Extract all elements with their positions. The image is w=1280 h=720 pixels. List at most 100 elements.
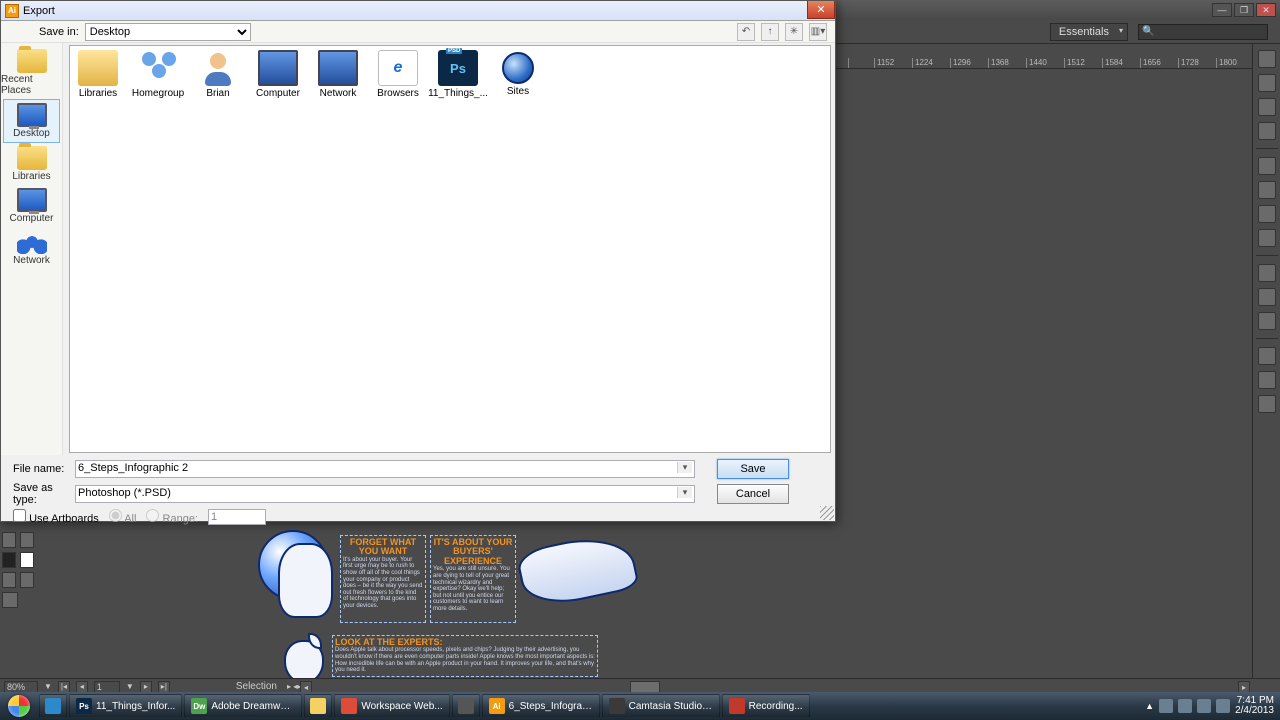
file-item[interactable]: Homegroup (134, 50, 182, 99)
dialog-title: Export (23, 5, 55, 17)
tray-icon[interactable] (1216, 699, 1230, 713)
search-icon: 🔍 (1142, 26, 1154, 37)
user-icon (198, 50, 238, 86)
view-menu-button[interactable]: ▥▾ (809, 23, 827, 41)
start-button[interactable] (0, 692, 38, 720)
taskbar-item[interactable] (39, 694, 67, 718)
file-item[interactable]: Sites (494, 50, 542, 99)
file-list[interactable]: Libraries Homegroup BrianComputerNetworkeB… (69, 45, 831, 453)
card-title: FORGET WHAT YOU WANT (343, 538, 423, 557)
folder-icon (17, 146, 47, 170)
taskbar-app-icon (45, 698, 61, 714)
resize-grip[interactable] (820, 506, 834, 520)
up-button[interactable]: ↑ (761, 23, 779, 41)
system-tray[interactable]: ▲ 7:41 PM 2/4/2013 (1145, 696, 1280, 717)
panel-icon[interactable] (1258, 205, 1276, 223)
clock[interactable]: 7:41 PM 2/4/2013 (1235, 696, 1274, 717)
panel-icon[interactable] (1258, 122, 1276, 140)
place-label: Computer (10, 213, 54, 224)
save-button[interactable]: Save (717, 459, 789, 479)
cancel-button[interactable]: Cancel (717, 484, 789, 504)
dialog-close-button[interactable]: ✕ (807, 1, 835, 19)
new-folder-button[interactable]: ✳ (785, 23, 803, 41)
range-input[interactable] (208, 509, 266, 525)
place-recent-places[interactable]: Recent Places (1, 46, 62, 99)
range-radio[interactable]: Range: (146, 509, 198, 525)
host-maximize-button[interactable]: ❐ (1234, 3, 1254, 17)
zoom-field[interactable] (4, 681, 38, 693)
artboard-content: FORGET WHAT YOU WANT It's about your buy… (252, 525, 637, 685)
taskbar-item[interactable]: Recording... (722, 694, 810, 718)
taskbar-item[interactable]: Ps11_Things_Infor... (69, 694, 182, 718)
savein-dropdown[interactable]: Desktop (85, 23, 251, 41)
workspace-switcher[interactable]: Essentials (1050, 23, 1128, 41)
host-minimize-button[interactable]: — (1212, 3, 1232, 17)
place-label: Desktop (13, 128, 50, 139)
place-network[interactable]: Network (1, 227, 62, 269)
panel-icon[interactable] (1258, 371, 1276, 389)
artboard-prev-button[interactable]: ◂ (76, 681, 88, 693)
artboard-last-button[interactable]: ▸| (158, 681, 170, 693)
file-item[interactable]: Ps11_Things_... (434, 50, 482, 99)
back-button[interactable]: ↶ (737, 23, 755, 41)
filetype-dropdown[interactable]: Photoshop (*.PSD) (75, 485, 695, 503)
right-panel-dock (1252, 44, 1280, 690)
taskbar-label: Camtasia Studio - ... (629, 701, 713, 712)
panel-icon[interactable] (1258, 98, 1276, 116)
taskbar-item[interactable] (304, 694, 332, 718)
ship-graphic (520, 540, 635, 600)
panel-icon[interactable] (1258, 312, 1276, 330)
taskbar-app-icon (310, 698, 326, 714)
ruler-tick: 1368 (988, 58, 1009, 68)
file-item[interactable]: Libraries (74, 50, 122, 99)
tray-icon[interactable] (1178, 699, 1192, 713)
panel-icon[interactable] (1258, 229, 1276, 247)
panel-icon[interactable] (1258, 395, 1276, 413)
savein-label: Save in: (39, 26, 79, 38)
place-libraries[interactable]: Libraries (1, 143, 62, 185)
file-item[interactable]: Brian (194, 50, 242, 99)
panel-icon[interactable] (1258, 157, 1276, 175)
file-item[interactable]: Network (314, 50, 362, 99)
windows-orb-icon (8, 695, 30, 717)
taskbar-app-icon (458, 698, 474, 714)
panel-icon[interactable] (1258, 74, 1276, 92)
taskbar-item[interactable]: DwAdobe Dreamwea... (184, 694, 302, 718)
taskbar-item[interactable] (452, 694, 480, 718)
panel-icon[interactable] (1258, 347, 1276, 365)
taskbar-item[interactable]: Camtasia Studio - ... (602, 694, 720, 718)
filetype-label: Save as type: (9, 482, 73, 506)
use-artboards-checkbox[interactable]: Use Artboards (13, 509, 99, 525)
tool-status: Selection (236, 681, 277, 692)
ruler-tick: 1440 (1026, 58, 1047, 68)
panel-icon[interactable] (1258, 50, 1276, 68)
taskbar-item[interactable]: Ai6_Steps_Infograp... (482, 694, 600, 718)
place-desktop[interactable]: Desktop (3, 99, 60, 143)
host-close-button[interactable]: ✕ (1256, 3, 1276, 17)
tools-panel[interactable] (0, 530, 36, 692)
artboard-first-button[interactable]: |◂ (58, 681, 70, 693)
panel-icon[interactable] (1258, 264, 1276, 282)
taskbar-item[interactable]: Workspace Web... (334, 694, 449, 718)
host-search-input[interactable]: 🔍 (1138, 24, 1268, 40)
infographic-card-1: FORGET WHAT YOU WANT It's about your buy… (340, 535, 426, 623)
show-hidden-icon[interactable]: ▲ (1145, 701, 1154, 711)
all-radio[interactable]: All (109, 509, 137, 525)
home-icon (138, 50, 178, 86)
dialog-titlebar[interactable]: Ai Export ✕ (1, 1, 835, 21)
file-item[interactable]: Computer (254, 50, 302, 99)
artboard-next-button[interactable]: ▸ (140, 681, 152, 693)
place-computer[interactable]: Computer (1, 185, 62, 227)
file-label: Homegroup (132, 88, 184, 99)
taskbar-app-icon: Ai (489, 698, 505, 714)
dialog-toolbar: Save in: Desktop ↶ ↑ ✳ ▥▾ (1, 21, 835, 43)
file-label: Browsers (377, 88, 419, 99)
tray-icon[interactable] (1159, 699, 1173, 713)
tray-icon[interactable] (1197, 699, 1211, 713)
filename-input[interactable]: 6_Steps_Infographic 2 (75, 460, 695, 478)
taskbar-app-icon: Dw (191, 698, 207, 714)
file-item[interactable]: eBrowsers (374, 50, 422, 99)
artboard-field[interactable] (94, 681, 120, 693)
panel-icon[interactable] (1258, 288, 1276, 306)
panel-icon[interactable] (1258, 181, 1276, 199)
